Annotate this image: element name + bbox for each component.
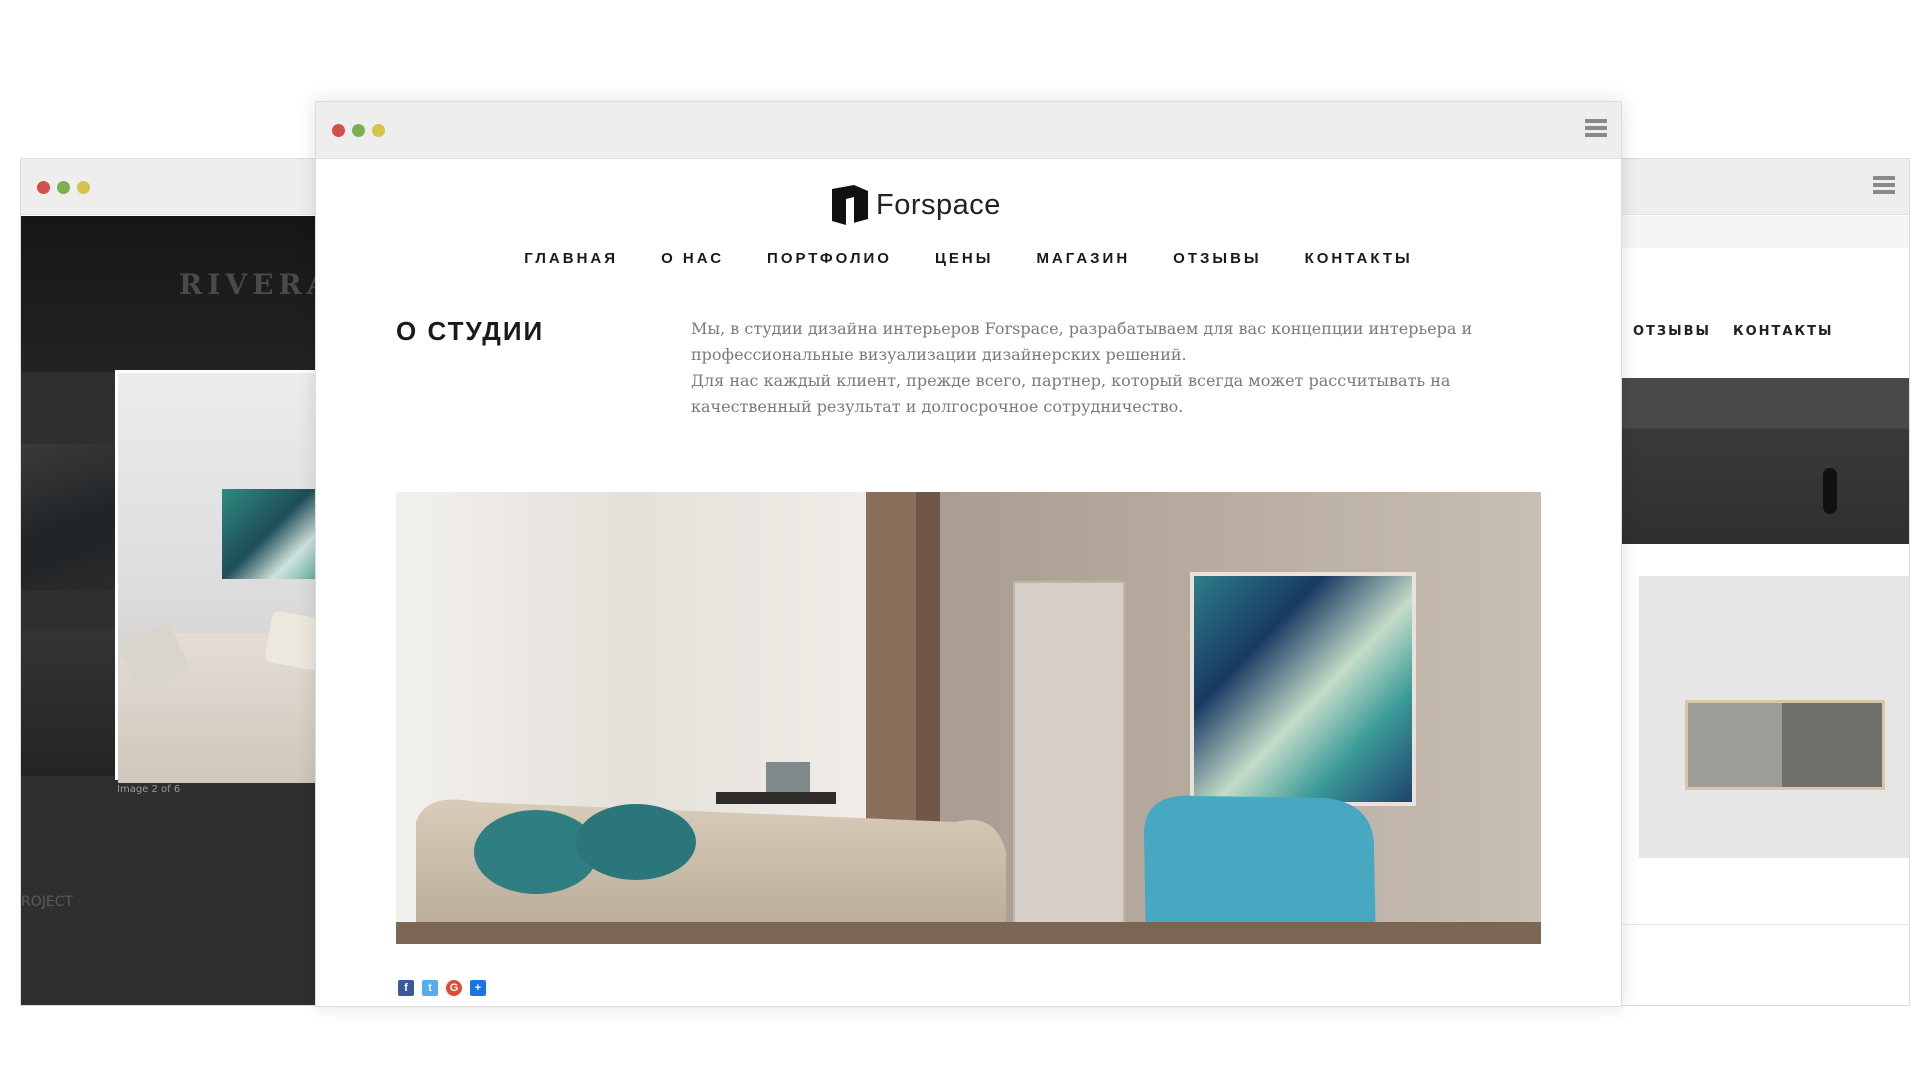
about-paragraph: Для нас каждый клиент, прежде всего, пар… [691,371,1451,416]
close-dot-icon[interactable] [332,124,345,137]
hero-banner: RIVERA [21,216,329,372]
background-window-right: ОТЗЫВЫ КОНТАКТЫ [1602,158,1910,1006]
main-browser-window: Forspace ГЛАВНАЯ О НАС ПОРТФОЛИО ЦЕНЫ МА… [315,101,1622,1007]
logo-text: Forspace [876,188,1001,221]
lightbox-image[interactable] [115,370,329,783]
window-titlebar [316,102,1621,159]
nav-link-contacts[interactable]: КОНТАКТЫ [1733,324,1833,339]
nav-link-reviews[interactable]: ОТЗЫВЫ [1633,324,1711,339]
logo-mark-icon [832,185,868,225]
window-titlebar [21,159,329,215]
about-paragraph: Мы, в студии дизайна интерьеров Forspace… [691,319,1473,364]
menu-icon[interactable] [1585,119,1607,139]
nav-link-home[interactable]: ГЛАВНАЯ [524,250,618,267]
nav-link-reviews[interactable]: ОТЗЫВЫ [1173,250,1261,267]
close-dot-icon[interactable] [37,181,50,194]
showcase-stage: RIVERA Image 2 of 6 ROJECT ОТЗЫВЫ КОНТАК… [0,0,1920,1080]
section-title: О СТУДИИ [396,316,545,346]
product-banner [1603,378,1909,544]
brand-text: RIVERA [179,268,330,301]
cabinet-door [1782,703,1882,787]
about-text: Мы, в студии дизайна интерьеров Forspace… [691,316,1511,420]
background-window-left: RIVERA Image 2 of 6 ROJECT [20,158,330,1006]
facebook-icon[interactable]: f [398,980,414,996]
gallery-thumbnail[interactable] [21,630,116,776]
left-window-content: RIVERA Image 2 of 6 ROJECT [21,216,329,1005]
nav-link-shop[interactable]: МАГАЗИН [1036,250,1130,267]
living-room-illustration [396,492,1541,944]
right-window-content: ОТЗЫВЫ КОНТАКТЫ [1603,216,1909,1005]
nav-link-prices[interactable]: ЦЕНЫ [935,250,993,267]
project-label: ROJECT [21,894,74,910]
lightbox-caption: Image 2 of 6 [117,784,181,795]
menu-icon[interactable] [1873,176,1895,196]
share-buttons: f t G + [398,980,486,996]
gallery-thumbnail[interactable] [21,444,116,590]
minimize-dot-icon[interactable] [352,124,365,137]
share-plus-icon[interactable]: + [470,980,486,996]
divider [1603,924,1909,925]
main-navigation: ГЛАВНАЯ О НАС ПОРТФОЛИО ЦЕНЫ МАГАЗИН ОТЗ… [316,250,1621,267]
google-plus-icon[interactable]: G [446,980,462,996]
hero-interior-image [396,492,1541,944]
maximize-dot-icon[interactable] [372,124,385,137]
window-titlebar [1603,159,1909,215]
nav-link-contacts[interactable]: КОНТАКТЫ [1305,250,1413,267]
main-page-content: Forspace ГЛАВНАЯ О НАС ПОРТФОЛИО ЦЕНЫ МА… [316,160,1621,1006]
cabinet-handle [1823,468,1837,514]
nav-link-about[interactable]: О НАС [661,250,724,267]
nav-link-portfolio[interactable]: ПОРТФОЛИО [767,250,892,267]
minimize-dot-icon[interactable] [57,181,70,194]
product-card[interactable] [1639,576,1909,858]
top-strip [1603,216,1909,248]
maximize-dot-icon[interactable] [77,181,90,194]
cabinet-image [1685,700,1885,790]
site-logo[interactable]: Forspace [832,184,1001,226]
painting-image [222,489,329,579]
twitter-icon[interactable]: t [422,980,438,996]
